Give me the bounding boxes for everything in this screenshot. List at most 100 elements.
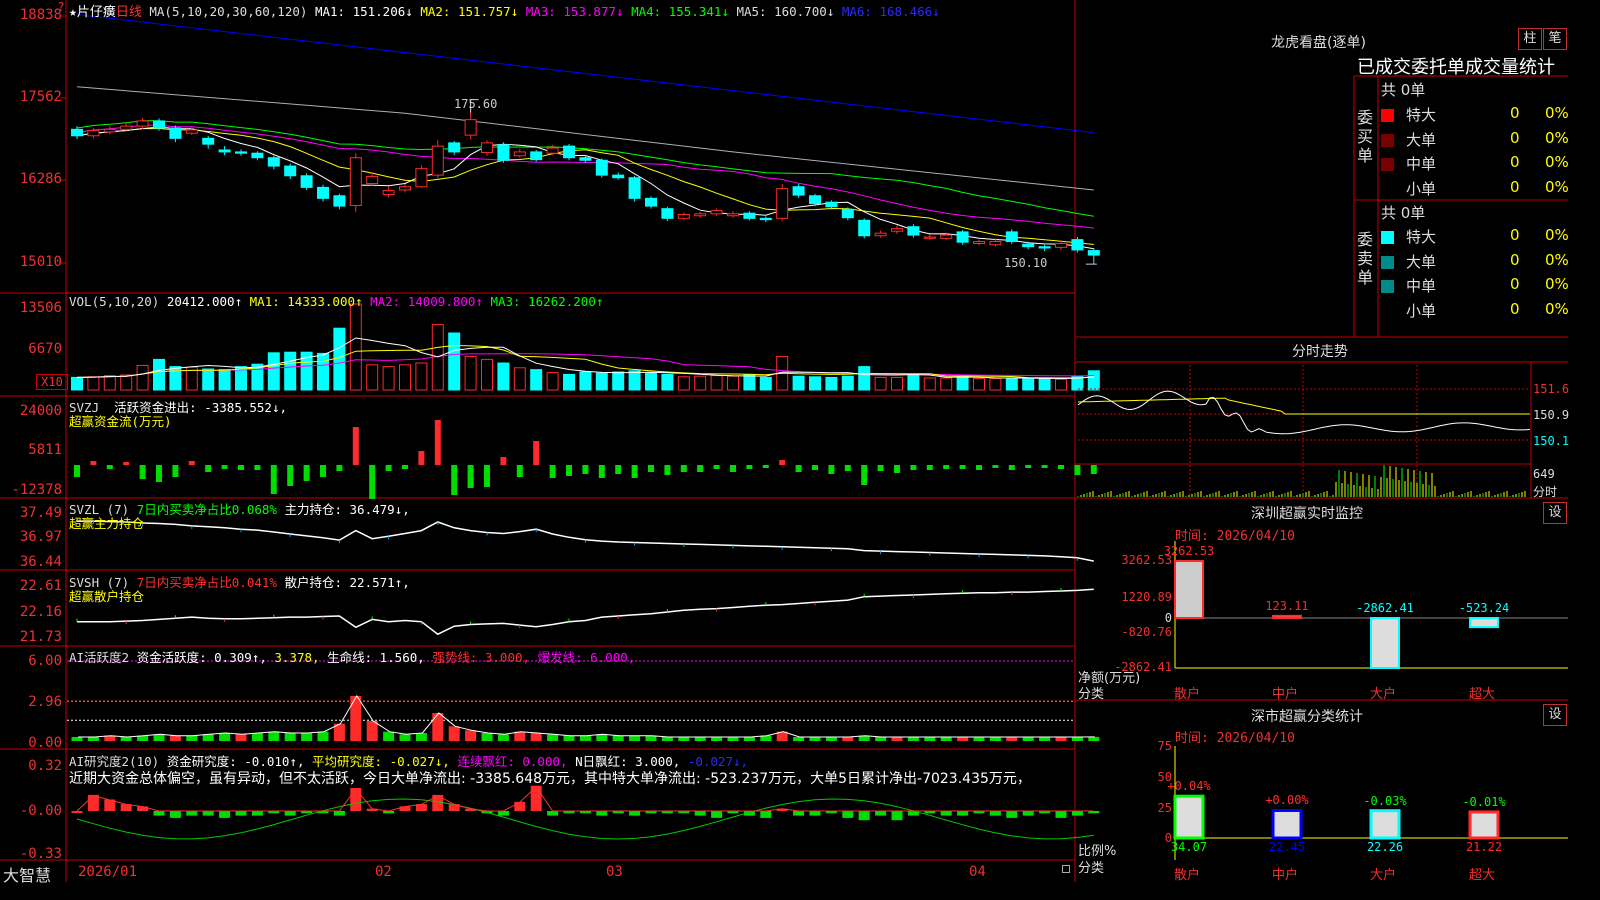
active-bar	[989, 737, 1001, 741]
candle	[710, 210, 723, 215]
ma2-value: MA2: 151.757↓	[420, 4, 519, 19]
flow-bar	[680, 465, 687, 472]
flow-bar	[943, 465, 950, 469]
class-time: 时间: 2026/04/10	[1175, 731, 1295, 746]
research-bar	[202, 811, 214, 816]
class-settings-button[interactable]: 设	[1543, 704, 1567, 726]
flow-bar	[352, 427, 359, 465]
class-category: 中户	[1272, 868, 1299, 883]
sell-row-pct: 0%	[1545, 275, 1569, 293]
candle	[251, 152, 264, 159]
buy-row-name: 小单	[1406, 179, 1437, 198]
volume-bar	[333, 327, 346, 391]
class-category: 散户	[1174, 868, 1201, 883]
active-bar	[317, 731, 329, 741]
flow-bar	[713, 465, 720, 469]
main-desc1: 7日内买卖净占比0.068%	[136, 502, 277, 517]
active-bar	[579, 735, 591, 741]
date-label-2: 03	[606, 864, 623, 880]
flow-bar	[270, 465, 277, 494]
active-bar	[1039, 737, 1051, 741]
candle	[1087, 250, 1100, 256]
vol-ma3: MA3: 16262.200↑	[490, 294, 604, 309]
axis-marker: ?	[58, 0, 65, 14]
flow-bar	[631, 465, 638, 478]
volume-bar	[809, 376, 821, 391]
ma4-line	[76, 120, 1094, 217]
volume-bar	[481, 358, 493, 391]
candle	[989, 241, 1002, 246]
volume-bar	[349, 303, 362, 391]
volume-bar	[399, 364, 411, 391]
active-bar	[186, 735, 198, 741]
vol-ma2: MA2: 14009.800↑	[370, 294, 483, 309]
research-bar	[989, 811, 1001, 816]
flow-bar	[172, 465, 179, 477]
research-avg-line	[76, 798, 1094, 840]
buy-row-count: 0	[1510, 153, 1520, 171]
flow-bar	[730, 465, 736, 472]
flow-bar	[320, 465, 326, 477]
volume-bar	[923, 377, 936, 391]
active-bar	[415, 733, 427, 741]
active-bar	[645, 735, 657, 741]
flow-bar	[779, 460, 786, 465]
candle	[267, 157, 280, 167]
flow-bar	[74, 465, 80, 477]
class-bar-delta: -0.03%	[1363, 793, 1407, 808]
volume-bar	[1038, 378, 1051, 391]
candle	[694, 213, 707, 217]
stock-name[interactable]: ★片仔癀	[69, 5, 116, 20]
active-bar	[924, 737, 936, 741]
intraday-title[interactable]: 分时走势	[1292, 341, 1348, 361]
candle	[809, 195, 821, 204]
active-bar	[809, 737, 821, 741]
ma6-value: MA6: 168.466↓	[841, 4, 940, 19]
buy-row-swatch	[1381, 133, 1394, 147]
active-axis-label-0: 6.00	[28, 653, 62, 669]
candle	[923, 236, 936, 239]
flow-sub: 超赢资金流(万元)	[69, 414, 172, 429]
flow-bar	[484, 465, 490, 487]
flow-axis-label-2: -12378	[11, 482, 62, 498]
tick-mode-button[interactable]: 笔	[1543, 28, 1567, 50]
flow-bar	[287, 465, 294, 486]
flow-bar	[156, 465, 162, 482]
bar-mode-button[interactable]: 柱	[1518, 28, 1542, 50]
retail-desc1: 7日内买卖净占比0.041%	[136, 575, 277, 590]
active-bar	[694, 737, 706, 741]
volume-bar	[1055, 378, 1067, 391]
intraday-axis-0: 151.6	[1533, 382, 1570, 396]
main-axis-label-0: 37.49	[19, 505, 62, 521]
active-l4: 强势线: 3.000,	[432, 650, 531, 665]
candle	[382, 190, 395, 195]
monitor-settings-button[interactable]: 设	[1543, 502, 1567, 524]
candle	[317, 186, 329, 199]
active-bar	[448, 726, 460, 741]
volume-bar	[563, 373, 575, 391]
flow-bar	[139, 465, 146, 479]
flow-bar	[959, 465, 966, 469]
lock-icon[interactable]	[1062, 865, 1070, 873]
candle	[513, 151, 526, 157]
candle	[530, 151, 543, 161]
monitor-category: 大户	[1370, 687, 1397, 702]
monitor-axis-2: 0	[1164, 611, 1172, 625]
research-title: AI研究度2(10)	[69, 754, 160, 769]
flow-bar	[615, 465, 622, 474]
volume-bar	[792, 375, 805, 391]
volume-bar	[694, 375, 707, 391]
period-label[interactable]: 日线	[116, 5, 142, 20]
monitor-category: 散户	[1174, 687, 1201, 702]
candle	[612, 174, 625, 179]
flow-bar	[1058, 465, 1064, 469]
flow-bar	[516, 465, 523, 477]
class-title: 深市超赢分类统计	[1251, 709, 1363, 725]
buy-row-swatch	[1381, 109, 1394, 122]
active-l1: 资金活跃度: 0.309↑,	[136, 650, 267, 665]
volume-bar	[891, 376, 903, 391]
buy-row-name: 大单	[1406, 130, 1437, 149]
candle	[464, 119, 477, 136]
flow-bar	[762, 465, 769, 468]
kline-chart-area[interactable]	[0, 0, 1568, 882]
